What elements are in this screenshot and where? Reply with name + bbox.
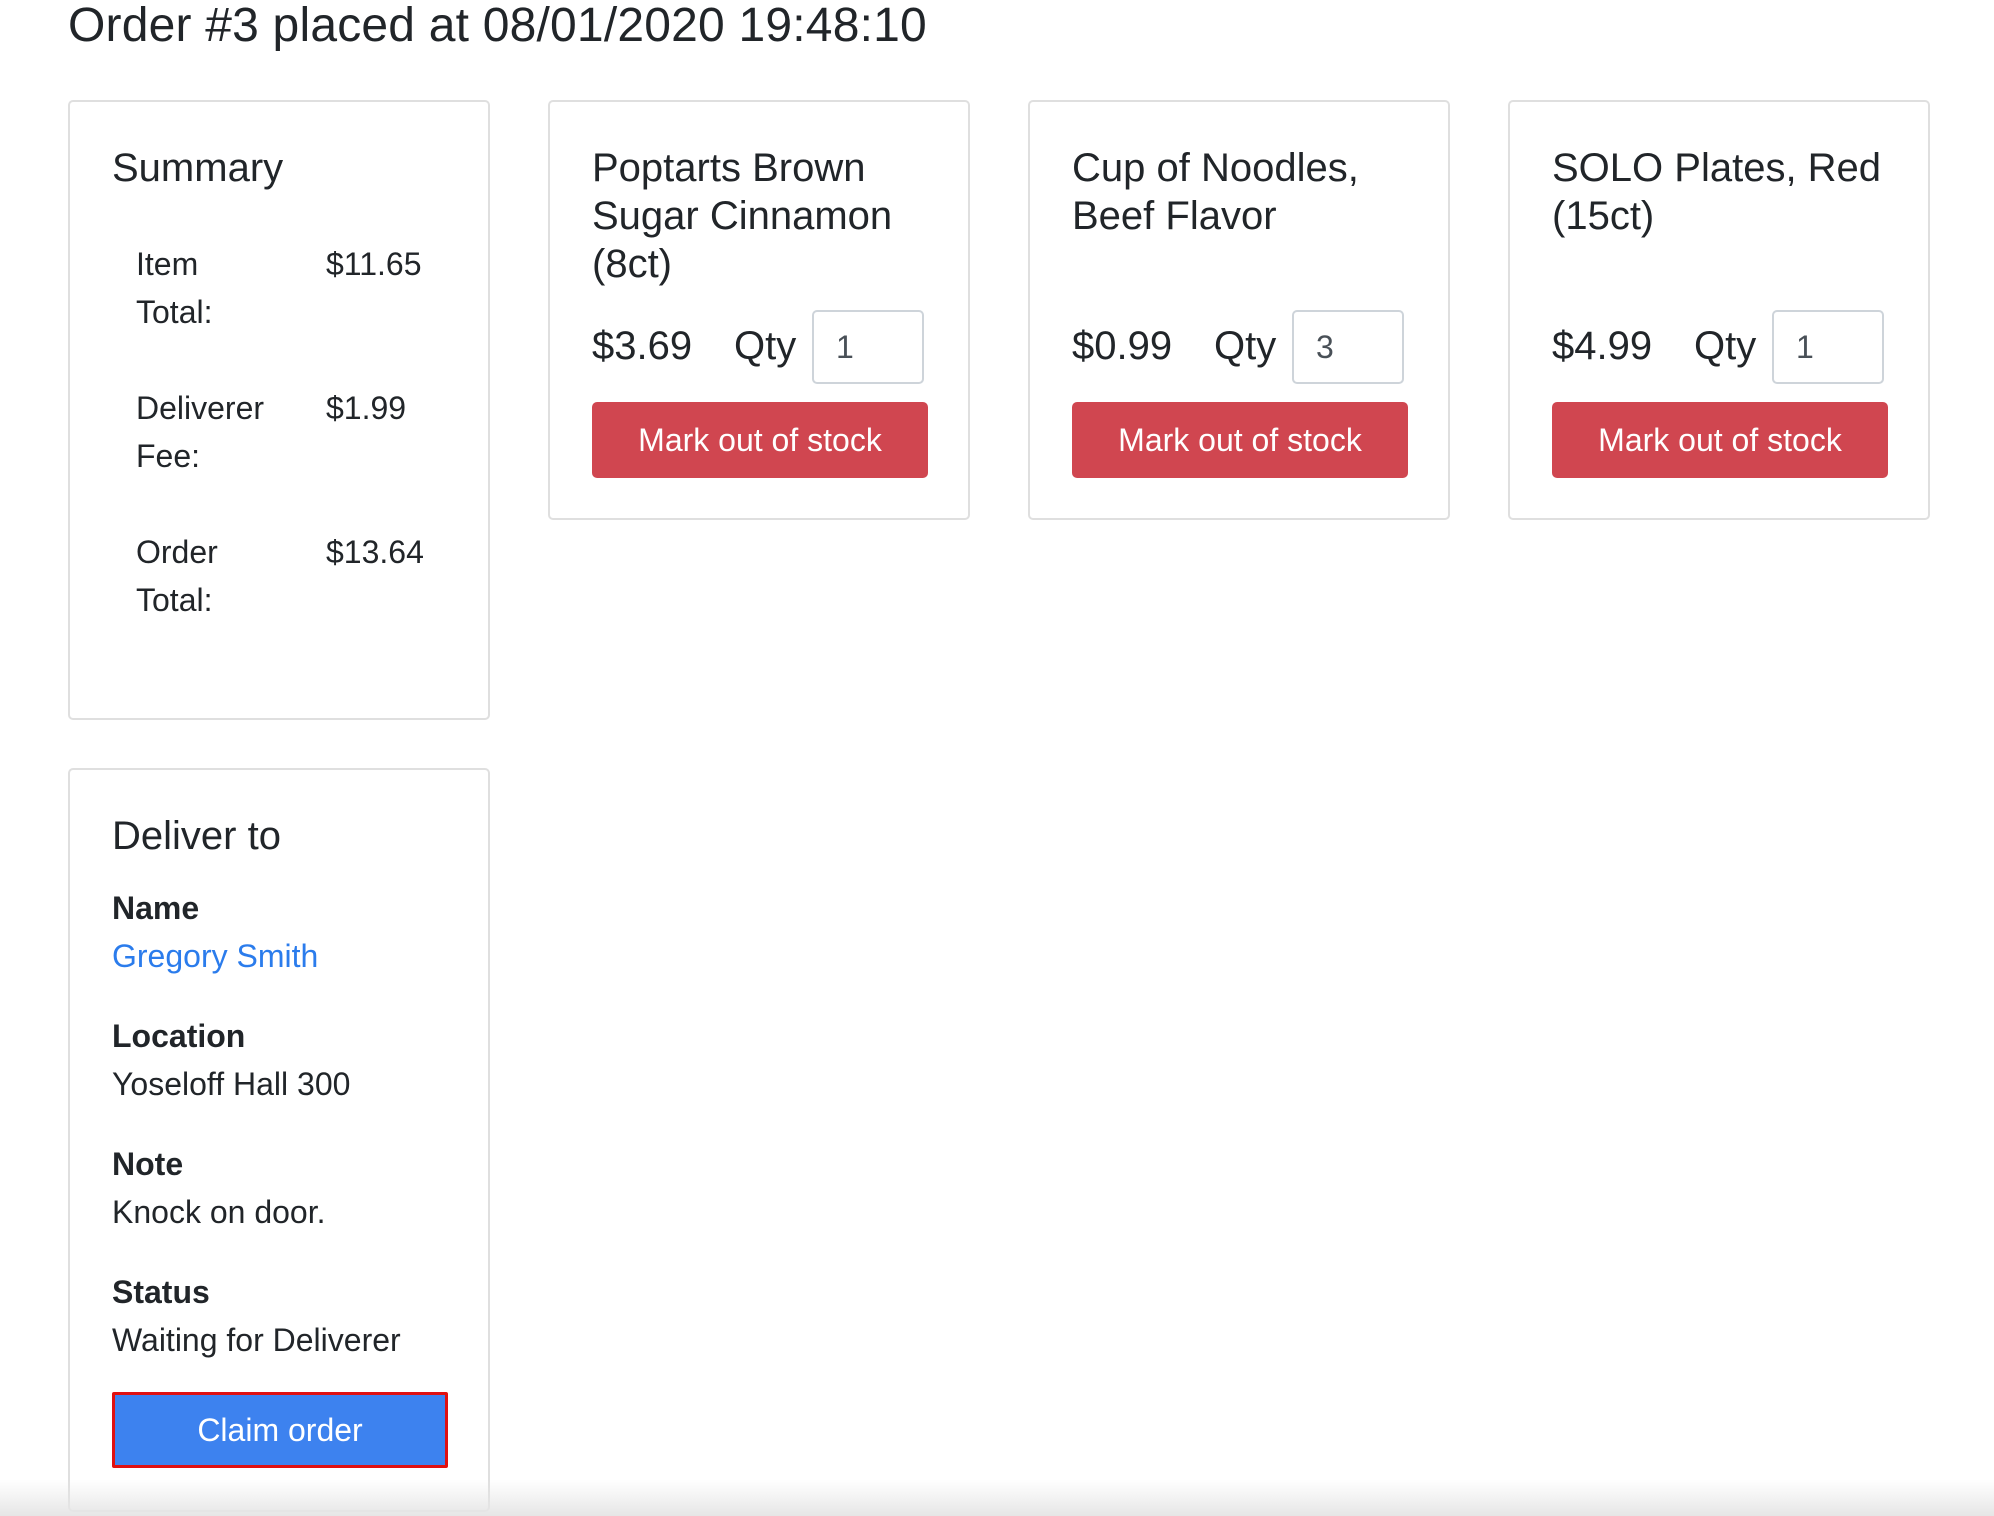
summary-card: Summary Item Total: $11.65 Deliverer Fee… [68, 100, 490, 720]
status-field: Status Waiting for Deliverer [112, 1268, 452, 1364]
location-label: Location [112, 1018, 246, 1054]
qty-input[interactable] [1292, 310, 1404, 384]
page-title: Order #3 placed at 08/01/2020 19:48:10 [68, 0, 927, 52]
product-card: Cup of Noodles, Beef Flavor $0.99 Qty Ma… [1028, 100, 1450, 520]
summary-value: $11.65 [326, 246, 422, 282]
summary-label: Deliverer Fee: [136, 390, 265, 474]
qty-label: Qty [1694, 324, 1757, 368]
location-value: Yoseloff Hall 300 [112, 1066, 351, 1102]
qty-label: Qty [734, 324, 797, 368]
summary-value: $1.99 [326, 390, 407, 426]
product-name: Cup of Noodles, Beef Flavor [1072, 146, 1359, 238]
product-card: Poptarts Brown Sugar Cinnamon (8ct) $3.6… [548, 100, 970, 520]
status-value: Waiting for Deliverer [112, 1322, 401, 1358]
summary-label: Item Total: [136, 246, 213, 330]
status-label: Status [112, 1274, 210, 1310]
summary-title: Summary [112, 146, 284, 190]
mark-out-of-stock-button[interactable]: Mark out of stock [592, 402, 928, 478]
claim-order-button[interactable]: Claim order [112, 1392, 448, 1468]
note-field: Note Knock on door. [112, 1140, 452, 1236]
name-label: Name [112, 890, 200, 926]
location-field: Location Yoseloff Hall 300 [112, 1012, 452, 1108]
qty-input[interactable] [812, 310, 924, 384]
product-name: SOLO Plates, Red (15ct) [1552, 146, 1882, 238]
qty-input[interactable] [1772, 310, 1884, 384]
name-field: Name Gregory Smith [112, 884, 452, 980]
note-value: Knock on door. [112, 1194, 326, 1230]
product-name: Poptarts Brown Sugar Cinnamon (8ct) [592, 146, 893, 286]
summary-label: Order Total: [136, 534, 218, 618]
product-price: $4.99 [1552, 324, 1653, 368]
customer-name-link[interactable]: Gregory Smith [112, 938, 318, 974]
mark-out-of-stock-button[interactable]: Mark out of stock [1072, 402, 1408, 478]
note-label: Note [112, 1146, 184, 1182]
product-card: SOLO Plates, Red (15ct) $4.99 Qty Mark o… [1508, 100, 1930, 520]
deliver-to-title: Deliver to [112, 814, 281, 858]
product-price: $3.69 [592, 324, 693, 368]
product-price: $0.99 [1072, 324, 1173, 368]
qty-label: Qty [1214, 324, 1277, 368]
summary-value: $13.64 [326, 534, 424, 570]
deliver-to-card: Deliver to Name Gregory Smith Location Y… [68, 768, 490, 1512]
mark-out-of-stock-button[interactable]: Mark out of stock [1552, 402, 1888, 478]
